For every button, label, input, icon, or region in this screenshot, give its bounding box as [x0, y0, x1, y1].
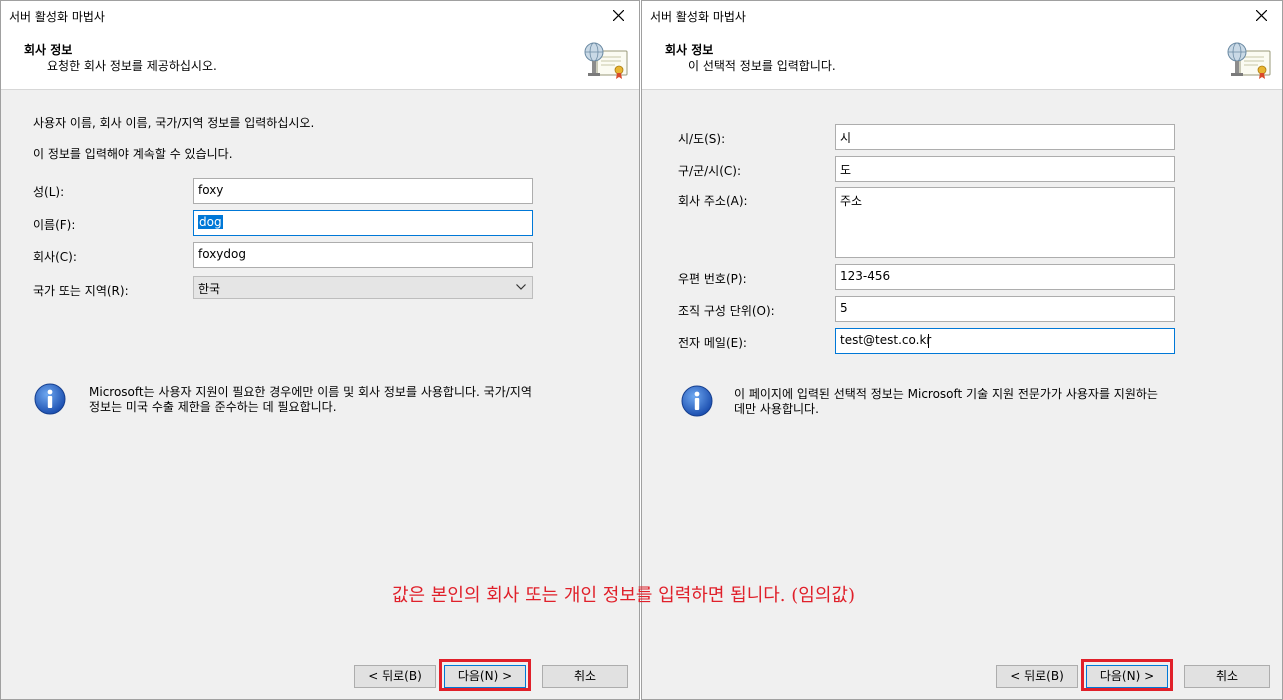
optional-info-text: 이 페이지에 입력된 선택적 정보는 Microsoft 기술 지원 전문가가 … [734, 387, 1158, 417]
postal-code-label: 우편 번호(P): [678, 272, 747, 286]
cancel-button[interactable]: 취소 [1184, 665, 1270, 688]
page-subtitle: 요청한 회사 정보를 제공하십시오. [47, 59, 217, 73]
privacy-info-line-1: Microsoft는 사용자 지원이 필요한 경우에만 이름 및 회사 정보를 … [89, 385, 532, 399]
state-value: 시 [840, 131, 852, 145]
close-icon [613, 10, 624, 21]
title-bar: 서버 활성화 마법사 [1, 1, 639, 31]
page-subtitle: 이 선택적 정보를 입력합니다. [688, 59, 836, 73]
page-title: 회사 정보 [665, 43, 714, 57]
cancel-button[interactable]: 취소 [542, 665, 628, 688]
title-bar: 서버 활성화 마법사 [642, 1, 1282, 31]
company-input[interactable]: foxydog [193, 242, 533, 268]
postal-code-value: 123-456 [840, 269, 891, 283]
info-icon [34, 383, 66, 415]
wizard-header: 회사 정보 이 선택적 정보를 입력합니다. [642, 31, 1282, 90]
info-icon [681, 385, 713, 417]
first-name-input[interactable]: dog [193, 210, 533, 236]
certificate-globe-icon [1227, 42, 1271, 79]
company-label: 회사(C): [33, 250, 77, 264]
address-textarea[interactable]: 주소 [835, 187, 1175, 258]
first-name-label: 이름(F): [33, 218, 76, 232]
city-label: 구/군/시(C): [678, 164, 741, 178]
last-name-label: 성(L): [33, 185, 65, 199]
org-unit-value: 5 [840, 301, 848, 315]
close-button[interactable] [1242, 1, 1282, 31]
country-label: 국가 또는 지역(R): [33, 284, 129, 298]
window-title: 서버 활성화 마법사 [9, 10, 105, 24]
country-select[interactable]: 한국 [193, 276, 533, 299]
first-name-value: dog [198, 215, 223, 229]
address-value: 주소 [840, 194, 863, 208]
window-title: 서버 활성화 마법사 [650, 10, 746, 24]
chevron-down-icon [516, 284, 526, 290]
last-name-value: foxy [198, 183, 224, 197]
email-input[interactable]: test@test.co.kr [835, 328, 1175, 354]
back-button[interactable]: < 뒤로(B) [354, 665, 436, 688]
org-unit-label: 조직 구성 단위(O): [678, 304, 775, 318]
instruction-text: 사용자 이름, 회사 이름, 국가/지역 정보를 입력하십시오. [33, 116, 315, 130]
back-button[interactable]: < 뒤로(B) [996, 665, 1078, 688]
company-value: foxydog [198, 247, 246, 261]
optional-info-line-2: 데만 사용합니다. [734, 402, 819, 416]
privacy-info-line-2: 정보는 미국 수출 제한을 준수하는 데 필요합니다. [89, 400, 337, 414]
org-unit-input[interactable]: 5 [835, 296, 1175, 322]
close-icon [1256, 10, 1267, 21]
next-button-highlight [439, 659, 531, 691]
optional-info-line-1: 이 페이지에 입력된 선택적 정보는 Microsoft 기술 지원 전문가가 … [734, 387, 1158, 401]
postal-code-input[interactable]: 123-456 [835, 264, 1175, 290]
instruction-required-text: 이 정보를 입력해야 계속할 수 있습니다. [33, 147, 233, 161]
text-caret [928, 333, 930, 348]
email-label: 전자 메일(E): [678, 336, 747, 350]
next-button-highlight [1081, 659, 1173, 691]
country-value: 한국 [198, 282, 221, 296]
close-button[interactable] [599, 1, 639, 31]
email-value: test@test.co.kr [840, 333, 932, 347]
address-label: 회사 주소(A): [678, 194, 748, 208]
page-title: 회사 정보 [24, 43, 73, 57]
state-input[interactable]: 시 [835, 124, 1175, 150]
state-label: 시/도(S): [678, 132, 726, 146]
city-input[interactable]: 도 [835, 156, 1175, 182]
annotation-text: 값은 본인의 회사 또는 개인 정보를 입력하면 됩니다. (임의값) [392, 585, 855, 606]
last-name-input[interactable]: foxy [193, 178, 533, 204]
city-value: 도 [840, 163, 852, 177]
wizard-header: 회사 정보 요청한 회사 정보를 제공하십시오. [1, 31, 639, 90]
certificate-globe-icon [584, 42, 628, 79]
privacy-info-text: Microsoft는 사용자 지원이 필요한 경우에만 이름 및 회사 정보를 … [89, 385, 532, 415]
